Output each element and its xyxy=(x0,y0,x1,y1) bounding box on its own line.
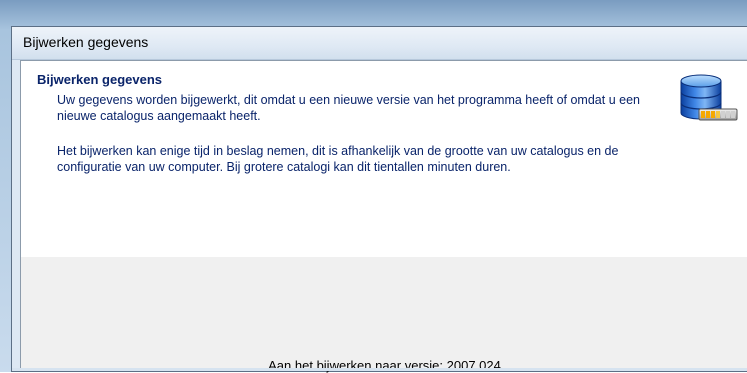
database-icon xyxy=(680,74,738,121)
info-paragraph-update-reason: Uw gegevens worden bijgewerkt, dit omdat… xyxy=(57,93,640,123)
window-title: Bijwerken gegevens xyxy=(23,34,149,50)
dialog-client-area: Bijwerken gegevens Uw gegevens worden bi… xyxy=(20,60,747,373)
panel-heading: Bijwerken gegevens xyxy=(37,72,162,87)
info-paragraph-duration: Het bijwerken kan enige tijd in beslag n… xyxy=(57,144,619,174)
title-bar[interactable]: Bijwerken gegevens xyxy=(12,27,747,60)
info-panel: Bijwerken gegevens Uw gegevens worden bi… xyxy=(21,61,747,257)
window-bottom-border xyxy=(12,368,747,371)
dialog-window: Bijwerken gegevens Bijwerken gegevens Uw… xyxy=(11,26,747,373)
